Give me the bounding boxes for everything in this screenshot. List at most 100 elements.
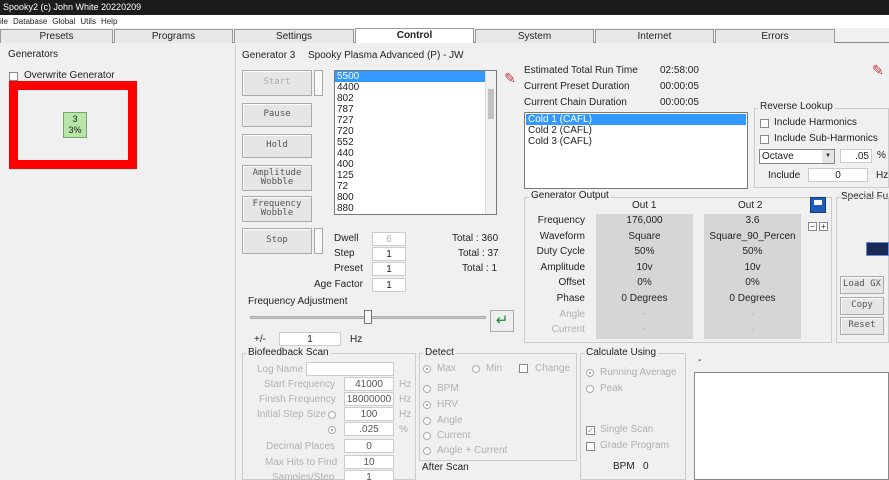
finish-frequency-input[interactable]: 18000000: [344, 392, 394, 406]
frequency-wobble-button[interactable]: Frequency Wobble: [242, 196, 312, 222]
start-button[interactable]: Start: [242, 70, 312, 96]
dwell-value[interactable]: 6: [372, 232, 406, 246]
tab-presets[interactable]: Presets: [0, 29, 113, 43]
menu-file[interactable]: ile: [0, 17, 8, 26]
min-radio[interactable]: [472, 365, 480, 373]
frequency-list-item[interactable]: 72: [335, 181, 496, 192]
tab-internet[interactable]: Internet: [595, 29, 714, 43]
single-scan-checkbox[interactable]: ✓: [586, 426, 595, 435]
preset-list-item[interactable]: Cold 2 (CAFL): [526, 125, 746, 136]
tab-settings[interactable]: Settings: [234, 29, 354, 43]
estimated-run-label: Estimated Total Run Time: [524, 65, 638, 76]
step-hz-radio[interactable]: [328, 411, 336, 419]
frequency-list-item[interactable]: 440: [335, 148, 496, 159]
save-icon[interactable]: [810, 197, 826, 213]
tab-errors[interactable]: Errors: [715, 29, 835, 43]
frequency-list-scrollbar[interactable]: [485, 71, 496, 214]
plus-icon[interactable]: +: [819, 222, 828, 231]
preset-list-item[interactable]: Cold 3 (CAFL): [526, 136, 746, 147]
grade-program-checkbox[interactable]: [586, 442, 595, 451]
hold-button[interactable]: Hold: [242, 134, 312, 158]
menu-bar: ile Database Global Utils Help: [0, 15, 889, 28]
change-checkbox[interactable]: [519, 364, 528, 373]
menu-global[interactable]: Global: [52, 17, 75, 26]
generator-label: Generator 3: [242, 50, 296, 61]
max-hits-input[interactable]: 10: [344, 455, 394, 469]
tile-percent: 3%: [68, 125, 82, 135]
preset-list[interactable]: Cold 1 (CAFL) Cold 2 (CAFL) Cold 3 (CAFL): [524, 112, 748, 189]
step-value[interactable]: 1: [372, 247, 406, 261]
frequency-list-item[interactable]: 552: [335, 137, 496, 148]
frequency-list-item[interactable]: 802: [335, 93, 496, 104]
age-factor-value[interactable]: 1: [372, 278, 406, 292]
scrollbar-thumb[interactable]: [488, 89, 494, 119]
min-label: Min: [486, 363, 503, 374]
stop-side-button[interactable]: [314, 228, 323, 254]
frequency-list-item[interactable]: 125: [335, 170, 496, 181]
lookup-value[interactable]: .05: [840, 149, 872, 163]
tab-programs[interactable]: Programs: [114, 29, 233, 43]
menu-database[interactable]: Database: [13, 17, 47, 26]
frequency-list-item[interactable]: 880: [335, 203, 496, 214]
minus-icon[interactable]: −: [808, 222, 817, 231]
decimal-places-input[interactable]: 0: [344, 439, 394, 453]
initial-step-input[interactable]: 100: [344, 407, 394, 421]
frequency-list-item[interactable]: 400: [335, 159, 496, 170]
frequency-list-item[interactable]: 5500: [335, 71, 496, 82]
detect-heading: Detect: [423, 347, 456, 358]
frequency-list-item[interactable]: 727: [335, 115, 496, 126]
eraser-icon-2[interactable]: ✎: [872, 62, 888, 80]
peak-radio[interactable]: [586, 385, 594, 393]
running-average-radio[interactable]: [586, 369, 594, 377]
window-title: Spooky2 (c) John White 20220209: [3, 2, 142, 12]
output-out1-value: 10v: [636, 261, 653, 273]
copy-button[interactable]: Copy: [840, 297, 884, 315]
menu-utils[interactable]: Utils: [80, 17, 96, 26]
step-label: Step: [334, 248, 355, 259]
frequency-list-item[interactable]: 787: [335, 104, 496, 115]
amplitude-wobble-button[interactable]: Amplitude Wobble: [242, 165, 312, 191]
preset-value[interactable]: 1: [372, 262, 406, 276]
preset-label: Preset: [334, 263, 363, 274]
start-frequency-label: Start Frequency: [264, 379, 336, 390]
include-sub-harmonics-checkbox[interactable]: [760, 135, 769, 144]
frequency-list-item[interactable]: 720: [335, 126, 496, 137]
samples-step-input[interactable]: 1: [344, 470, 394, 480]
include-harmonics-checkbox[interactable]: [760, 119, 769, 128]
apply-arrow-icon[interactable]: ↵: [490, 310, 514, 332]
step-percent-input[interactable]: .025: [344, 422, 394, 436]
frequency-list-item[interactable]: 4400: [335, 82, 496, 93]
reset-button[interactable]: Reset: [840, 317, 884, 335]
generator-tile[interactable]: 3 3%: [63, 112, 87, 138]
current-radio[interactable]: [423, 432, 431, 440]
preset-list-item[interactable]: Cold 1 (CAFL): [526, 114, 746, 125]
bpm-radio[interactable]: [423, 385, 431, 393]
chevron-down-icon[interactable]: ▼: [822, 150, 834, 163]
angle-current-radio[interactable]: [423, 447, 431, 455]
step-percent-radio[interactable]: [328, 426, 336, 434]
overwrite-label: Overwrite Generator: [24, 70, 115, 81]
frequency-step-input[interactable]: 1: [279, 332, 341, 346]
max-radio[interactable]: [423, 365, 431, 373]
overwrite-checkbox[interactable]: [9, 72, 18, 81]
tab-control[interactable]: Control: [355, 28, 474, 43]
angle-radio[interactable]: [423, 417, 431, 425]
tab-system[interactable]: System: [475, 29, 594, 43]
grade-program-label: Grade Program: [600, 440, 669, 451]
frequency-list[interactable]: 5500 4400 802 787 727 720 552 440 400 125 72 800 880: [334, 70, 497, 215]
frequency-list-item[interactable]: 800: [335, 192, 496, 203]
frequency-slider-thumb[interactable]: [364, 310, 372, 324]
max-label: Max: [437, 363, 456, 374]
start-frequency-input[interactable]: 41000: [344, 377, 394, 391]
load-gx-button[interactable]: Load GX: [840, 276, 884, 294]
eraser-icon[interactable]: ✎: [500, 70, 520, 90]
log-name-input[interactable]: [306, 362, 394, 376]
hrv-radio[interactable]: [423, 401, 431, 409]
menu-help[interactable]: Help: [101, 17, 117, 26]
stop-button[interactable]: Stop: [242, 228, 312, 254]
output-out2-value: Square_90_Percen: [709, 230, 796, 242]
pause-button[interactable]: Pause: [242, 103, 312, 127]
include-value[interactable]: 0: [808, 168, 868, 182]
start-side-button[interactable]: [314, 70, 323, 96]
octave-select[interactable]: Octave ▼: [759, 149, 835, 164]
